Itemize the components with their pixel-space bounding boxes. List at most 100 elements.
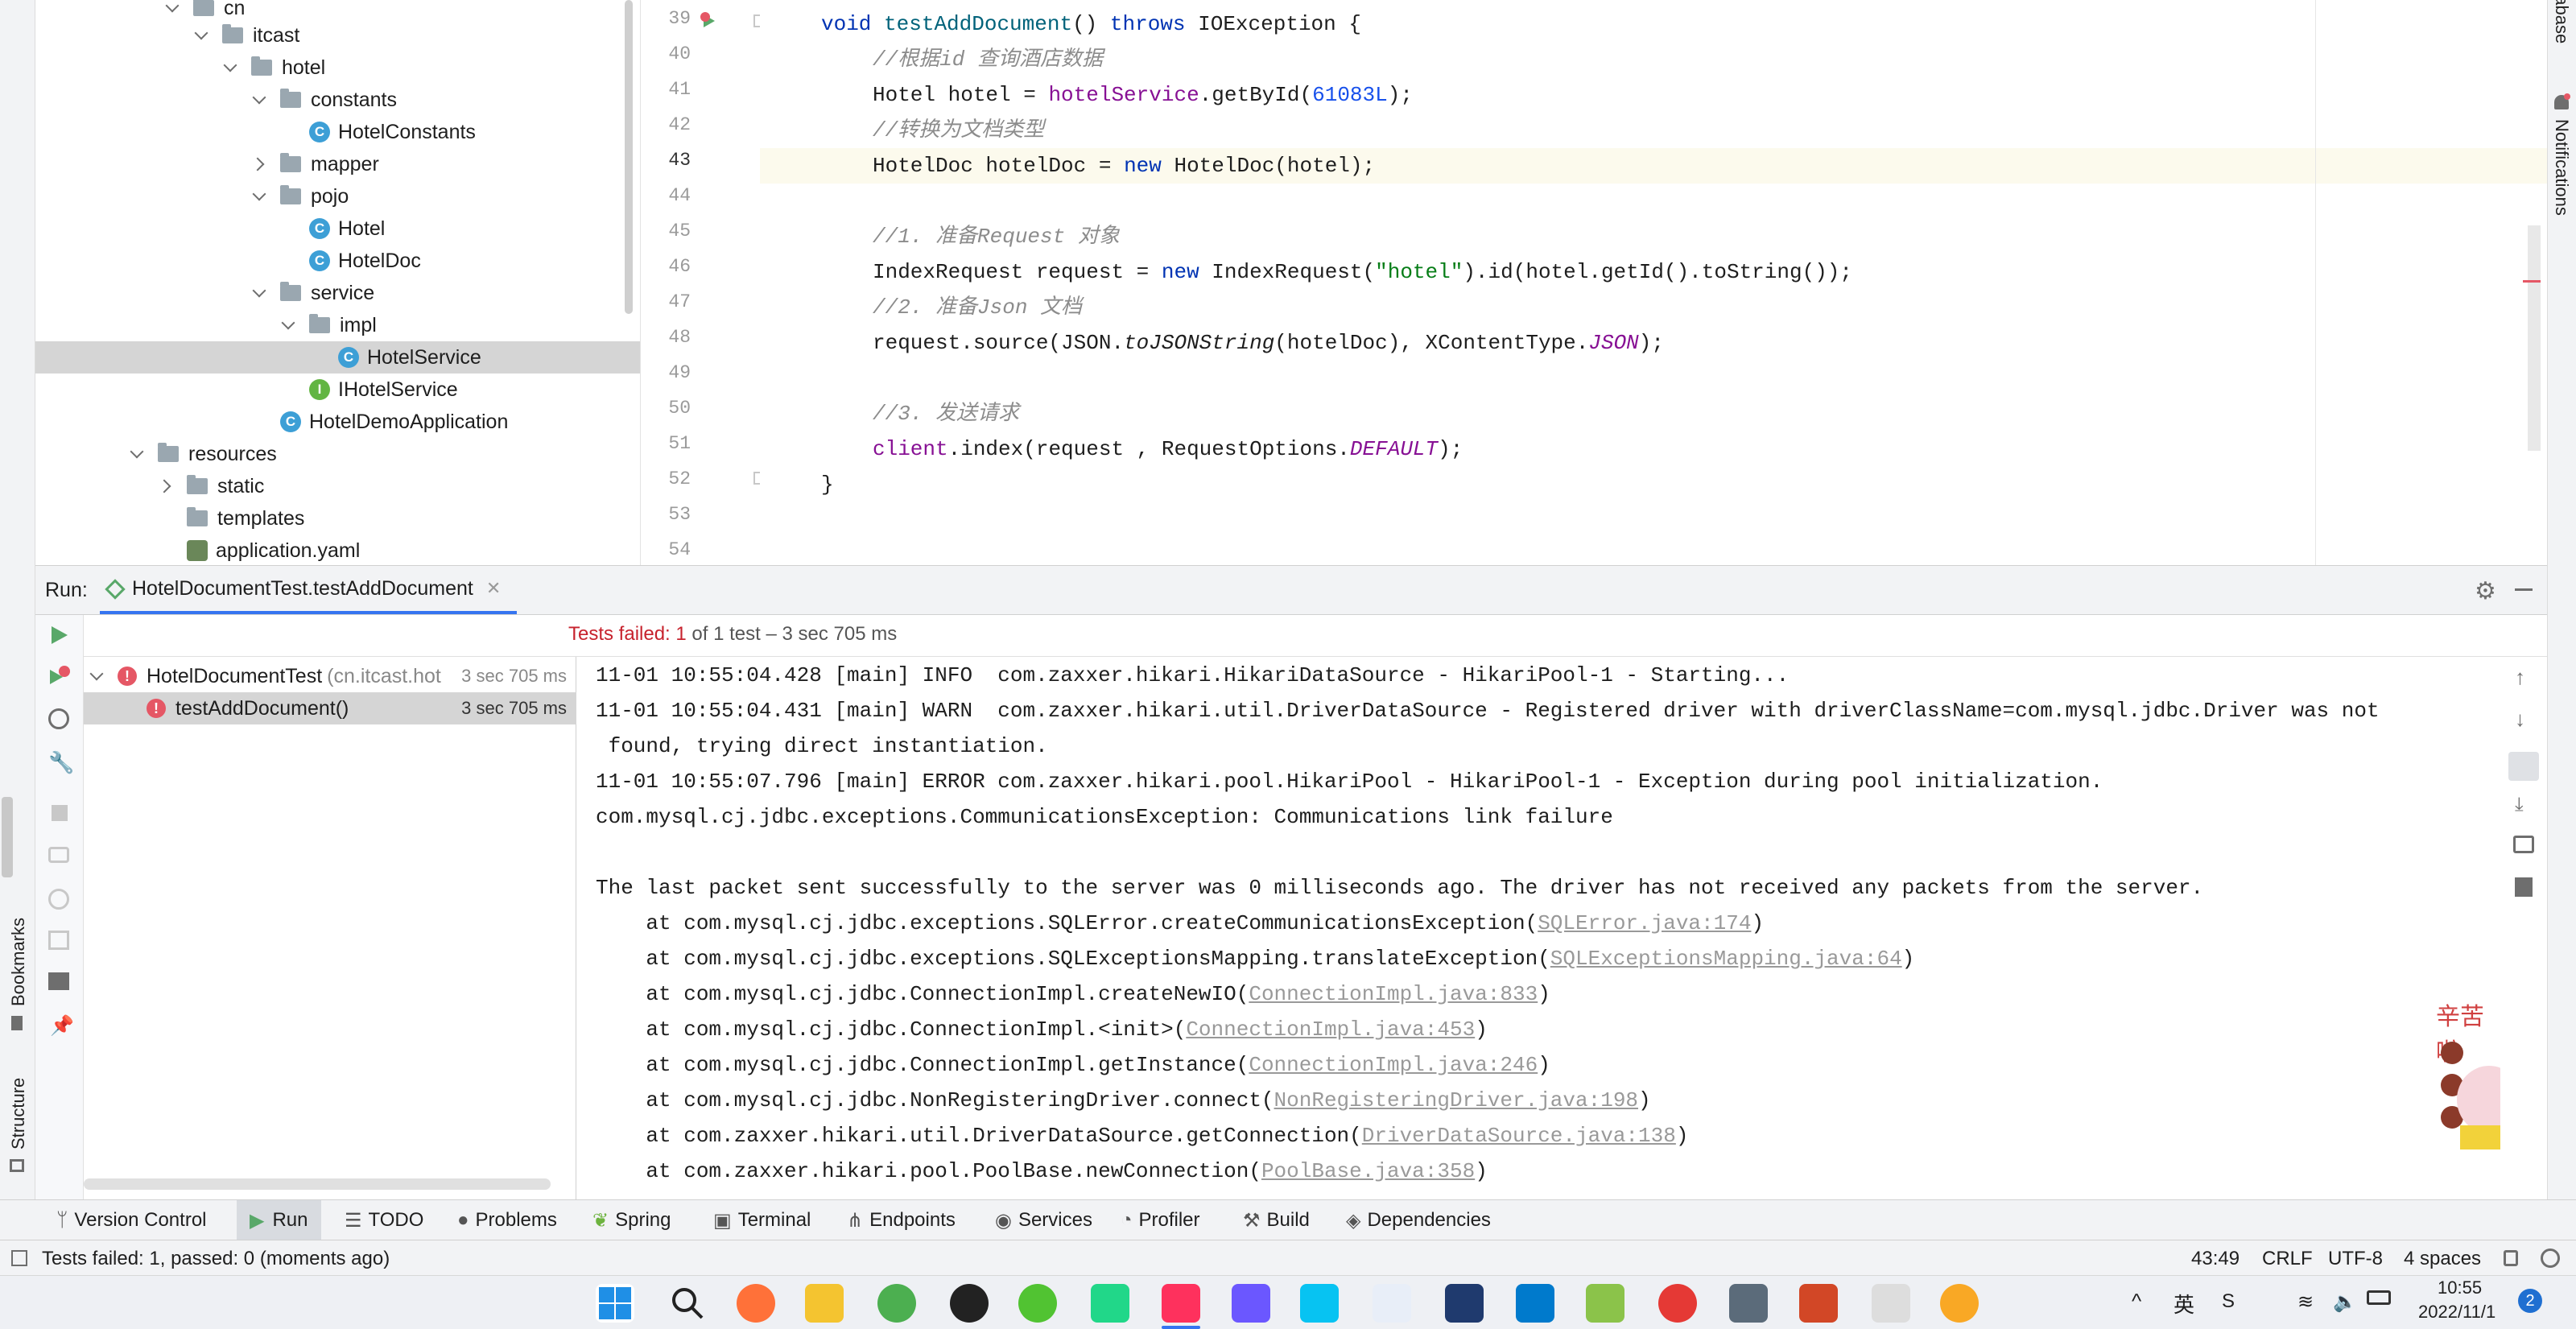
goland-icon[interactable] (1232, 1284, 1270, 1323)
word-app-icon[interactable] (1373, 1284, 1411, 1323)
tree-node[interactable]: C HotelConstants (309, 116, 476, 148)
tree-node[interactable]: C HotelDemoApplication (280, 406, 508, 438)
minimize-icon[interactable] (2515, 588, 2533, 591)
arrow-up-icon[interactable]: ↑ (2515, 665, 2525, 690)
todo-tab[interactable]: ☰ TODO (345, 1200, 423, 1240)
debug-icon[interactable] (48, 889, 69, 910)
tray-chevron-icon[interactable]: ^ (2132, 1289, 2141, 1314)
test-tree-scrollbar[interactable] (84, 1178, 551, 1190)
wrench-icon[interactable]: 🔧 (48, 750, 74, 775)
tree-scrollbar[interactable] (625, 0, 633, 314)
editor-scrollbar[interactable] (2528, 225, 2541, 451)
arrow-down-icon[interactable]: ↓ (2515, 707, 2525, 732)
chevron-down-icon[interactable] (251, 91, 269, 109)
tree-node[interactable]: constants (251, 84, 397, 116)
run-tab[interactable]: HotelDocumentTest.testAddDocument ✕ (100, 566, 518, 614)
terminal-tab[interactable]: ▣ Terminal (713, 1200, 811, 1240)
source-link[interactable]: PoolBase.java:358 (1261, 1159, 1475, 1183)
settings-gear-icon[interactable]: ⚙ (2475, 577, 2496, 605)
structure-tab[interactable]: Structure (8, 1078, 29, 1149)
status-message[interactable]: Tests failed: 1, passed: 0 (moments ago) (42, 1248, 390, 1270)
code-editor[interactable]: void testAddDocument() throws IOExceptio… (760, 0, 2547, 565)
exit-icon[interactable] (48, 931, 69, 950)
wifi-icon[interactable]: ≋ (2297, 1290, 2314, 1314)
run-tool-tab[interactable]: ▶ Run (237, 1200, 321, 1240)
trash-icon[interactable] (2515, 877, 2533, 897)
test-suite-row[interactable]: ! HotelDocumentTest (cn.itcast.hot 3 sec… (89, 660, 572, 692)
tree-node[interactable]: hotel (222, 52, 325, 84)
tree-node[interactable]: templates (187, 502, 304, 534)
source-link[interactable]: ConnectionImpl.java:453 (1186, 1017, 1475, 1042)
camera-icon[interactable] (48, 847, 69, 863)
chevron-down-icon[interactable] (251, 284, 269, 302)
intellij-idea-icon[interactable] (1162, 1284, 1200, 1323)
notepad-icon[interactable] (1586, 1284, 1624, 1323)
vscode-icon[interactable] (1516, 1284, 1554, 1323)
tree-node[interactable]: C HotelDoc (309, 245, 421, 277)
database-tab[interactable]: Database (2551, 0, 2572, 43)
file-explorer-icon[interactable] (805, 1284, 844, 1323)
source-link[interactable]: NonRegisteringDriver.java:198 (1274, 1088, 1638, 1112)
toggle-auto-test-icon[interactable] (48, 708, 69, 729)
version-control-tab[interactable]: ᛘ Version Control (56, 1200, 207, 1240)
caret-position[interactable]: 43:49 (2191, 1248, 2240, 1270)
firefox-icon[interactable] (737, 1284, 775, 1323)
powerpoint-icon[interactable] (1799, 1284, 1838, 1323)
volume-icon[interactable]: 🔈 (2333, 1290, 2357, 1314)
chrome-icon[interactable] (877, 1284, 916, 1323)
clock-time[interactable]: 10:55 (2438, 1277, 2482, 1298)
devcpp-icon[interactable] (1445, 1284, 1484, 1323)
windows-start-icon[interactable] (596, 1284, 634, 1323)
tree-node[interactable]: service (251, 277, 374, 309)
app-tray-icon[interactable]: S (2222, 1290, 2235, 1313)
stop-icon[interactable] (52, 805, 68, 821)
qq-icon[interactable] (950, 1284, 989, 1323)
tree-node[interactable]: resources (129, 438, 277, 470)
pin-icon[interactable]: 📌 (50, 1014, 74, 1038)
misc-app-icon[interactable] (1940, 1284, 1979, 1323)
pycharm-icon[interactable] (1091, 1284, 1129, 1323)
lock-icon[interactable] (2504, 1250, 2518, 1266)
close-tab-icon[interactable]: ✕ (486, 578, 501, 599)
source-link[interactable]: ConnectionImpl.java:833 (1249, 982, 1538, 1006)
indent-setting[interactable]: 4 spaces (2404, 1248, 2481, 1270)
chevron-right-icon[interactable] (158, 477, 175, 495)
services-tab[interactable]: ◉ Services (995, 1200, 1092, 1240)
chevron-down-icon[interactable] (251, 188, 269, 205)
webstorm-icon[interactable] (1300, 1284, 1339, 1323)
tree-node[interactable]: impl (280, 309, 377, 341)
chevron-down-icon[interactable] (164, 0, 182, 17)
chevron-down-icon[interactable] (280, 316, 298, 334)
source-link[interactable]: SQLExceptionsMapping.java:64 (1550, 947, 1902, 971)
line-separator[interactable]: CRLF (2262, 1248, 2313, 1270)
notification-badge[interactable]: 2 (2518, 1289, 2542, 1313)
soft-wrap-icon[interactable] (2508, 752, 2539, 781)
chevron-down-icon[interactable] (193, 27, 211, 44)
test-case-row-selected[interactable]: ! testAddDocument() 3 sec 705 ms (84, 692, 576, 724)
problems-tab[interactable]: ● Problems (457, 1200, 557, 1240)
tree-node-selected[interactable]: C HotelService (35, 341, 640, 374)
notifications-tab[interactable]: Notifications (2551, 119, 2572, 216)
profiler-tab[interactable]: ◔ Profiler (1121, 1200, 1200, 1240)
battery-icon[interactable] (2367, 1290, 2391, 1305)
chevron-down-icon[interactable] (89, 667, 106, 685)
clock-date[interactable]: 2022/11/1 (2418, 1302, 2496, 1323)
typora-icon[interactable] (1872, 1284, 1910, 1323)
run-test-gutter-icon[interactable] (699, 11, 718, 31)
status-toggle-icon[interactable] (11, 1250, 27, 1266)
error-stripe-marker[interactable] (2523, 280, 2541, 283)
rerun-icon[interactable] (48, 625, 69, 646)
tree-node[interactable]: static (158, 470, 264, 502)
wechat-icon[interactable] (1018, 1284, 1057, 1323)
dependencies-tab[interactable]: ◈ Dependencies (1346, 1200, 1491, 1240)
layout-icon[interactable] (48, 972, 69, 990)
tree-node[interactable]: application.yaml (187, 534, 360, 565)
tree-node[interactable]: pojo (251, 180, 349, 213)
remote-desktop-icon[interactable] (1729, 1284, 1768, 1323)
endpoints-tab[interactable]: ⋔ Endpoints (847, 1200, 956, 1240)
source-link[interactable]: ConnectionImpl.java:246 (1249, 1053, 1538, 1077)
tree-node[interactable]: itcast (193, 19, 299, 52)
snail-app-icon[interactable] (1658, 1284, 1697, 1323)
print-icon[interactable] (2513, 836, 2534, 853)
chevron-right-icon[interactable] (251, 155, 269, 173)
